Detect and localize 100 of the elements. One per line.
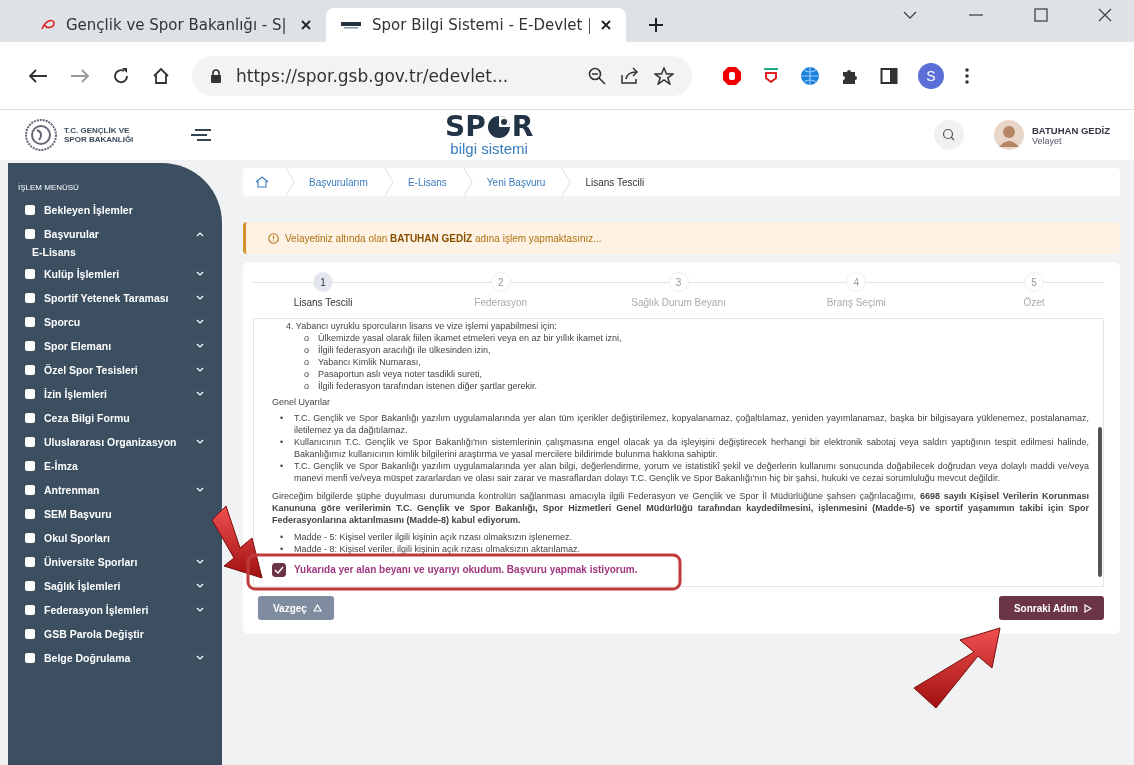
chevron-right-icon [462, 168, 473, 196]
bullet-mark: o [304, 332, 310, 344]
square-icon [24, 364, 36, 376]
menu-heading: İŞLEM MENÜSÜ [18, 183, 80, 192]
menu-item[interactable]: Sağlık İşlemleri [18, 574, 208, 598]
brand-subtitle: bilgi sistemi [450, 141, 528, 157]
menu-item[interactable]: Bekleyen İşlemler [18, 198, 208, 222]
square-icon [24, 436, 36, 448]
menu-item[interactable]: E-İmza [18, 454, 208, 478]
browser-tab[interactable]: Spor Bilgi Sistemi - E-Devlet | [326, 8, 626, 42]
forward-arrow-icon[interactable] [70, 67, 90, 84]
emblem-icon [24, 118, 58, 152]
bullet-mark: o [304, 356, 310, 368]
scrollbar[interactable] [1098, 427, 1102, 577]
square-icon [24, 628, 36, 640]
consent-label[interactable]: Yukarıda yer alan beyanı ve uyarıyı okudum. Başvuru yapmak istiyorum. [294, 564, 638, 576]
menu-item[interactable]: Sportif Yetenek Taraması [18, 286, 208, 310]
step-label[interactable]: Lisans Tescili [293, 297, 353, 308]
zoom-out-icon[interactable] [588, 66, 606, 85]
browser-tab[interactable]: Gençlik ve Spor Bakanlığı - S| [26, 8, 326, 42]
user-name: BATUHAN GEDİZ [1032, 124, 1111, 136]
brand-text: SP [445, 113, 486, 141]
square-icon [24, 292, 36, 304]
maximize-icon[interactable] [1034, 8, 1048, 22]
user-avatar-icon [994, 120, 1024, 150]
kebab-menu-icon[interactable] [964, 66, 970, 85]
next-button[interactable]: Sonraki Adım [998, 596, 1104, 620]
list-item: Kullanıcının T.C. Gençlik ve Spor Bakanlığı'nın sistemlerinin çalışmasına engel olacak ya da işleyişini değiştirecek herhangi bir elektronik sabotaj veya saldırı yaptığının tespit edilmesi halinde, Bakanlığımız kullanıcının kimlik bilgilerini araştırma ve yasal mercilere bildirimde bulunma hakkına sahiptir. [294, 436, 1089, 460]
menu-item[interactable]: İzin İşlemleri [18, 382, 208, 406]
list-item: T.C. Gençlik ve Spor Bakanlığı yazılım uygulamalarında yer alan tüm içerikler değiştirilemez, kopyalanamaz, çoğaltılamaz, yeniden yayımlanamaz, başka bir bilgisayara yüklenemez, postalanamaz, iletilemez ya da dağıtılamaz. [294, 412, 1089, 436]
logo-icon [340, 20, 362, 30]
list-item: Madde - 8: Kişisel veriler, ilgili kişinin açık rızası olmaksızın aktarılamaz. [294, 543, 582, 555]
profile-avatar[interactable]: S [918, 62, 944, 89]
list-item: T.C. Gençlik ve Spor Bakanlığı yazılım uygulamalarında yer alan bilgi, değerlendirme, yorum ve istatistikî şekil ve değerlerin kullanımı sonucunda doğabilecek doğrudan veya dolaylı maddi ve/veya manevi menfi ve/veya müspet zararlardan ve olası sair zarar ve masraflardan dolayı T.C. Gençlik ve Spor Bakanlığı'nın hiç bir şahsi, hukuki ve cezai sorumluluğu mevcut değildir. [294, 460, 1089, 484]
shield-icon[interactable] [762, 66, 780, 85]
list-item: Madde - 5: Kişisel veriler ilgili kişinin açık rızası olmaksızın işlenemez. [294, 531, 574, 543]
square-icon [24, 604, 36, 616]
bullet-mark: o [304, 380, 310, 392]
square-icon [24, 556, 36, 568]
info-icon [268, 232, 279, 244]
breadcrumb-link[interactable]: Başvurularım [309, 176, 368, 188]
menu-item[interactable]: GSB Parola Değiştir [18, 622, 208, 646]
chevron-right-icon [285, 168, 295, 196]
side-panel-icon[interactable] [880, 66, 898, 85]
star-icon[interactable] [654, 66, 674, 85]
plus-icon[interactable] [648, 17, 664, 33]
search-icon[interactable] [934, 120, 964, 150]
menu-item[interactable]: Kulüp İşlemleri [18, 262, 208, 286]
declaration-text: Gireceğim bilgilerde şüphe duyulması durumunda kontrolün sağlanması amacıyla ilgili Federasyon ve Gençlik ve Spor İl Müdürlüğüne şahsen çağrılacağımı, 6698 sayılı Kişisel Verilerin Korunması Kanununa göre verilerimin T.C. Gençlik ve Spor Bakanlığı, Spor Hizmetleri Genel Müdürlüğü tarafından kaydedilmesini, işlenmesini (Madde-5) ve sportif yaşamımın takibi için Spor Federasyonlarına aktarılmasını (Madde-8) kabul ediyorum. [272, 490, 1089, 526]
menu-item[interactable]: Federasyon İşlemleri [18, 598, 208, 622]
back-arrow-icon[interactable] [28, 67, 48, 84]
menu-item[interactable]: Belge Doğrulama [18, 646, 208, 670]
chevron-right-icon [561, 168, 572, 196]
square-icon [24, 388, 36, 400]
square-icon [24, 412, 36, 424]
chevron-down-icon[interactable] [902, 10, 918, 20]
globe-icon[interactable] [800, 65, 820, 86]
square-icon [24, 228, 36, 240]
ministry-name: SPOR BAKANLIĞI [64, 135, 134, 144]
share-icon[interactable] [620, 66, 640, 85]
reload-icon[interactable] [112, 66, 130, 85]
square-icon [24, 340, 36, 352]
close-icon[interactable] [1098, 8, 1112, 22]
list-item: Yabancı Kimlik Numarası, [318, 356, 422, 368]
menu-item[interactable]: Üniversite Sporları [18, 550, 208, 574]
swirl-icon [40, 19, 56, 31]
square-icon [24, 532, 36, 544]
list-item: Ülkemizde yasal olarak fiilen ikamet etmeleri veya en az bir yıllık ikamet izni, [318, 332, 623, 344]
menu-item[interactable]: Sporcu [18, 310, 208, 334]
breadcrumb-link[interactable]: Yeni Başvuru [486, 176, 546, 188]
step-number[interactable]: 1 [313, 272, 333, 292]
stop-hand-icon[interactable] [722, 65, 742, 86]
chevron-up-icon[interactable] [196, 231, 204, 237]
close-icon[interactable] [600, 19, 612, 31]
square-icon [24, 508, 36, 520]
square-icon [24, 204, 36, 216]
breadcrumb-link[interactable]: E-Lisans [407, 176, 447, 188]
section-heading: Genel Uyarılar [272, 396, 332, 408]
menu-item[interactable]: Antrenman [18, 478, 208, 502]
menu-item[interactable]: Spor Elemanı [18, 334, 208, 358]
home-icon[interactable] [152, 66, 170, 85]
consent-checkbox[interactable] [272, 563, 286, 577]
menu-item[interactable]: Özel Spor Tesisleri [18, 358, 208, 382]
brand-text: R [511, 113, 534, 141]
square-icon [24, 580, 36, 592]
list-item: İlgili federasyon aracılığı ile ülkesinden izin, [318, 344, 492, 356]
menu-item[interactable]: Okul Sporları [18, 526, 208, 550]
bullet-mark: o [304, 344, 310, 356]
menu-item[interactable]: SEM Başvuru [18, 502, 208, 526]
list-item: Pasaportun aslı veya noter tasdikli sureti, [318, 368, 484, 380]
menu-item[interactable]: Ceza Bilgi Formu [18, 406, 208, 430]
close-icon[interactable] [300, 19, 312, 31]
square-icon [24, 652, 36, 664]
address-bar[interactable]: https://spor.gsb.gov.tr/edevlet... [192, 55, 692, 96]
menu-toggle-icon[interactable] [189, 128, 213, 142]
menu-item[interactable]: Uluslararası Organizasyon [18, 430, 208, 454]
bullet-mark: • [280, 412, 285, 425]
ball-icon [485, 114, 512, 140]
url-text: https://spor.gsb.gov.tr/edevlet... [236, 65, 510, 86]
terms-text: 4. Yabancı uyruklu sporcuların lisans ve vize işlemi yapabilmesi için: [285, 320, 558, 332]
